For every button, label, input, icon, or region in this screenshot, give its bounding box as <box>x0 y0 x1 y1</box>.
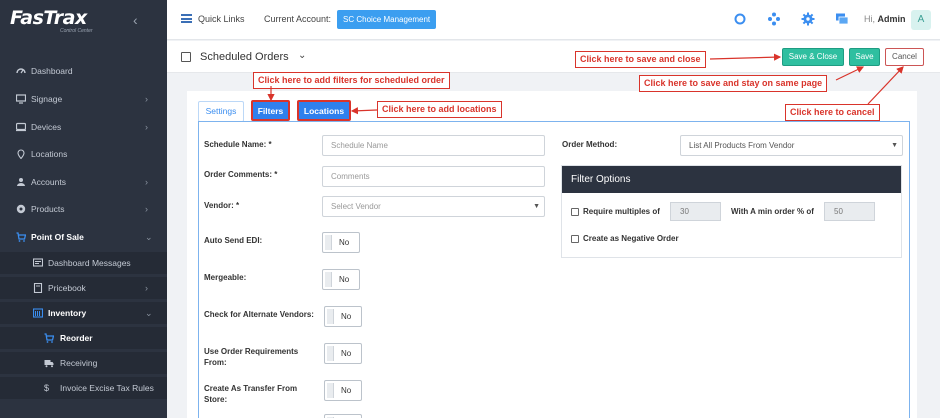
arrow-to-save-close <box>709 53 782 61</box>
arrow-to-cancel <box>867 66 904 105</box>
arrow-to-locations <box>350 107 378 115</box>
arrow-to-save <box>835 66 865 81</box>
annotation-arrows <box>267 53 904 115</box>
